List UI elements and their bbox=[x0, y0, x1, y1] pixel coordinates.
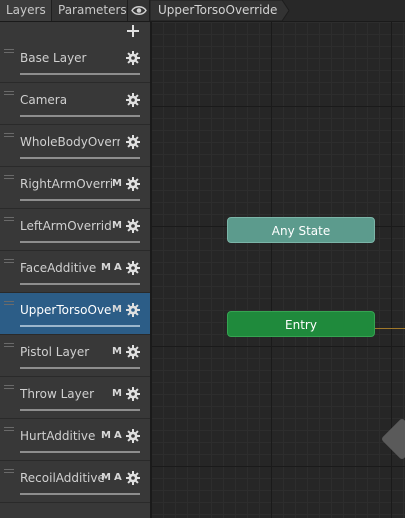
tab-parameters[interactable]: Parameters bbox=[52, 0, 128, 21]
plus-icon[interactable] bbox=[126, 24, 140, 38]
drag-handle-icon[interactable] bbox=[4, 217, 14, 222]
mask-badge: M bbox=[112, 388, 122, 399]
layer-row[interactable]: WholeBodyOverri bbox=[0, 125, 150, 167]
eye-icon bbox=[130, 6, 147, 15]
layer-row[interactable]: HurtAdditive M A bbox=[0, 419, 150, 461]
mask-badge: M bbox=[112, 346, 122, 357]
drag-handle-icon[interactable] bbox=[4, 91, 14, 96]
weight-slider[interactable] bbox=[20, 367, 140, 369]
layer-row[interactable]: FaceAdditive M A bbox=[0, 251, 150, 293]
gear-icon[interactable] bbox=[126, 345, 140, 359]
any-state-node[interactable]: Any State bbox=[227, 217, 375, 243]
gear-icon[interactable] bbox=[126, 177, 140, 191]
weight-slider[interactable] bbox=[20, 451, 140, 453]
breadcrumb[interactable]: UpperTorsoOverride bbox=[150, 0, 290, 21]
weight-slider[interactable] bbox=[20, 73, 140, 75]
drag-handle-icon[interactable] bbox=[4, 343, 14, 348]
layer-name: UpperTorsoOve bbox=[20, 303, 112, 317]
entry-node[interactable]: Entry bbox=[227, 311, 375, 337]
layer-row[interactable]: RecoilAdditive M A bbox=[0, 461, 150, 503]
gear-icon[interactable] bbox=[126, 429, 140, 443]
layer-name: LeftArmOverrid bbox=[20, 219, 112, 233]
visibility-toggle[interactable] bbox=[128, 0, 150, 21]
tab-layers[interactable]: Layers bbox=[0, 0, 52, 21]
weight-slider[interactable] bbox=[20, 325, 140, 327]
mask-badge: M bbox=[101, 472, 111, 483]
layer-row[interactable]: UpperTorsoOve M bbox=[0, 293, 150, 335]
weight-slider[interactable] bbox=[20, 199, 140, 201]
gear-icon[interactable] bbox=[126, 93, 140, 107]
drag-handle-icon[interactable] bbox=[4, 469, 14, 474]
layer-name: Camera bbox=[20, 93, 68, 107]
mask-badge: M bbox=[112, 220, 122, 231]
layer-row[interactable]: Base Layer bbox=[0, 41, 150, 83]
drag-handle-icon[interactable] bbox=[4, 259, 14, 264]
drag-handle-icon[interactable] bbox=[4, 175, 14, 180]
additive-badge: A bbox=[114, 262, 122, 273]
mask-badge: M bbox=[112, 178, 122, 189]
gear-icon[interactable] bbox=[126, 51, 140, 65]
drag-handle-icon[interactable] bbox=[4, 427, 14, 432]
exit-node[interactable] bbox=[380, 417, 405, 461]
mask-badge: M bbox=[101, 430, 111, 441]
breadcrumb-label: UpperTorsoOverride bbox=[158, 3, 278, 17]
layer-name: WholeBodyOverri bbox=[20, 135, 120, 149]
gear-icon[interactable] bbox=[126, 303, 140, 317]
top-toolbar: Layers Parameters UpperTorsoOverride bbox=[0, 0, 405, 22]
layer-row[interactable]: Pistol Layer M bbox=[0, 335, 150, 377]
layer-name: RightArmOverri bbox=[20, 177, 114, 191]
layer-row[interactable]: RightArmOverri M bbox=[0, 167, 150, 209]
weight-slider[interactable] bbox=[20, 409, 140, 411]
layer-row[interactable]: LeftArmOverrid M bbox=[0, 209, 150, 251]
weight-slider[interactable] bbox=[20, 115, 140, 117]
layer-name: Pistol Layer bbox=[20, 345, 90, 359]
layer-name: Base Layer bbox=[20, 51, 87, 65]
gear-icon[interactable] bbox=[126, 219, 140, 233]
mask-badge: M bbox=[101, 262, 111, 273]
layer-row[interactable]: Throw Layer M bbox=[0, 377, 150, 419]
layers-panel: Base Layer Camera WholeBodyOverri RightArmO… bbox=[0, 22, 151, 518]
weight-slider[interactable] bbox=[20, 241, 140, 243]
gear-icon[interactable] bbox=[126, 387, 140, 401]
weight-slider[interactable] bbox=[20, 157, 140, 159]
drag-handle-icon[interactable] bbox=[4, 133, 14, 138]
layer-row[interactable]: Camera bbox=[0, 83, 150, 125]
drag-handle-icon[interactable] bbox=[4, 49, 14, 54]
drag-handle-icon[interactable] bbox=[4, 301, 14, 306]
state-graph[interactable]: Any State Entry bbox=[151, 22, 405, 518]
gear-icon[interactable] bbox=[126, 135, 140, 149]
layer-name: Throw Layer bbox=[20, 387, 95, 401]
weight-slider[interactable] bbox=[20, 283, 140, 285]
additive-badge: A bbox=[114, 430, 122, 441]
gear-icon[interactable] bbox=[126, 261, 140, 275]
entry-transition-line bbox=[375, 328, 405, 329]
gear-icon[interactable] bbox=[126, 471, 140, 485]
mask-badge: M bbox=[112, 304, 122, 315]
additive-badge: A bbox=[114, 472, 122, 483]
weight-slider[interactable] bbox=[20, 493, 140, 495]
drag-handle-icon[interactable] bbox=[4, 385, 14, 390]
